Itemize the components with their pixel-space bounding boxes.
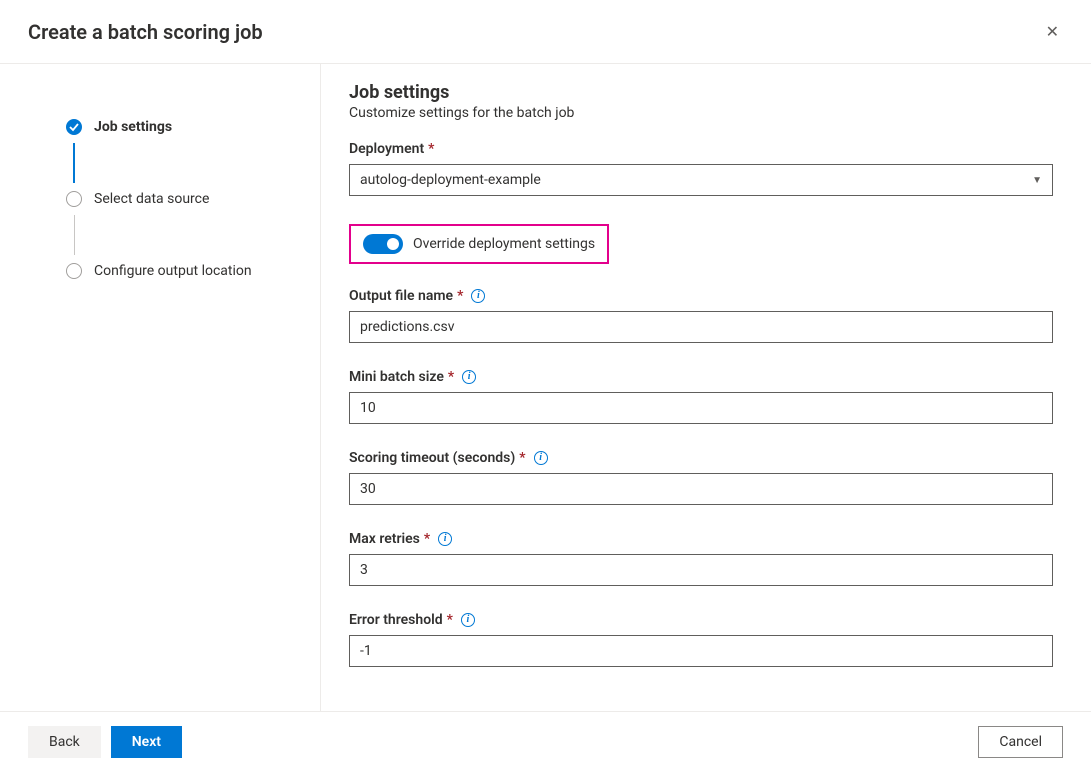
section-heading: Job settings: [349, 82, 1053, 103]
retries-label: Max retries * i: [349, 531, 1053, 547]
step-select-data-source[interactable]: Select data source: [66, 191, 292, 207]
required-marker: *: [428, 141, 434, 157]
chevron-down-icon: ▼: [1032, 175, 1042, 186]
section-subtitle: Customize settings for the batch job: [349, 105, 1053, 121]
override-highlight: Override deployment settings: [349, 224, 609, 264]
close-icon[interactable]: ✕: [1042, 18, 1063, 45]
wizard-steps: Job settings Select data source Configur…: [0, 64, 320, 711]
deployment-select[interactable]: autolog-deployment-example ▼: [349, 164, 1053, 196]
info-icon[interactable]: i: [462, 370, 476, 384]
step-connector: [73, 143, 75, 183]
step-pending-icon: [66, 191, 82, 207]
mini-batch-input[interactable]: [349, 392, 1053, 424]
error-threshold-input[interactable]: [349, 635, 1053, 667]
override-toggle[interactable]: [363, 234, 403, 254]
info-icon[interactable]: i: [534, 451, 548, 465]
timeout-label: Scoring timeout (seconds) * i: [349, 450, 1053, 466]
step-job-settings[interactable]: Job settings: [66, 119, 292, 135]
required-marker: *: [457, 288, 463, 304]
back-button[interactable]: Back: [28, 726, 101, 758]
mini-batch-label: Mini batch size * i: [349, 369, 1053, 385]
deployment-value: autolog-deployment-example: [360, 172, 541, 188]
step-label: Configure output location: [94, 263, 252, 279]
next-button[interactable]: Next: [111, 726, 182, 758]
required-marker: *: [424, 531, 430, 547]
step-done-icon: [66, 119, 82, 135]
step-label: Job settings: [94, 119, 172, 135]
error-threshold-label: Error threshold * i: [349, 612, 1053, 628]
info-icon[interactable]: i: [471, 289, 485, 303]
cancel-button[interactable]: Cancel: [978, 726, 1063, 758]
required-marker: *: [447, 612, 453, 628]
retries-input[interactable]: [349, 554, 1053, 586]
info-icon[interactable]: i: [461, 613, 475, 627]
step-pending-icon: [66, 263, 82, 279]
info-icon[interactable]: i: [438, 532, 452, 546]
required-marker: *: [448, 369, 454, 385]
timeout-input[interactable]: [349, 473, 1053, 505]
override-label: Override deployment settings: [413, 236, 595, 252]
deployment-label: Deployment *: [349, 141, 1053, 157]
output-file-input[interactable]: [349, 311, 1053, 343]
step-connector: [74, 215, 75, 255]
required-marker: *: [519, 450, 525, 466]
output-file-label: Output file name * i: [349, 288, 1053, 304]
step-configure-output-location[interactable]: Configure output location: [66, 263, 292, 279]
step-label: Select data source: [94, 191, 209, 207]
form-scroll[interactable]: Job settings Customize settings for the …: [349, 82, 1083, 711]
page-title: Create a batch scoring job: [28, 20, 263, 44]
